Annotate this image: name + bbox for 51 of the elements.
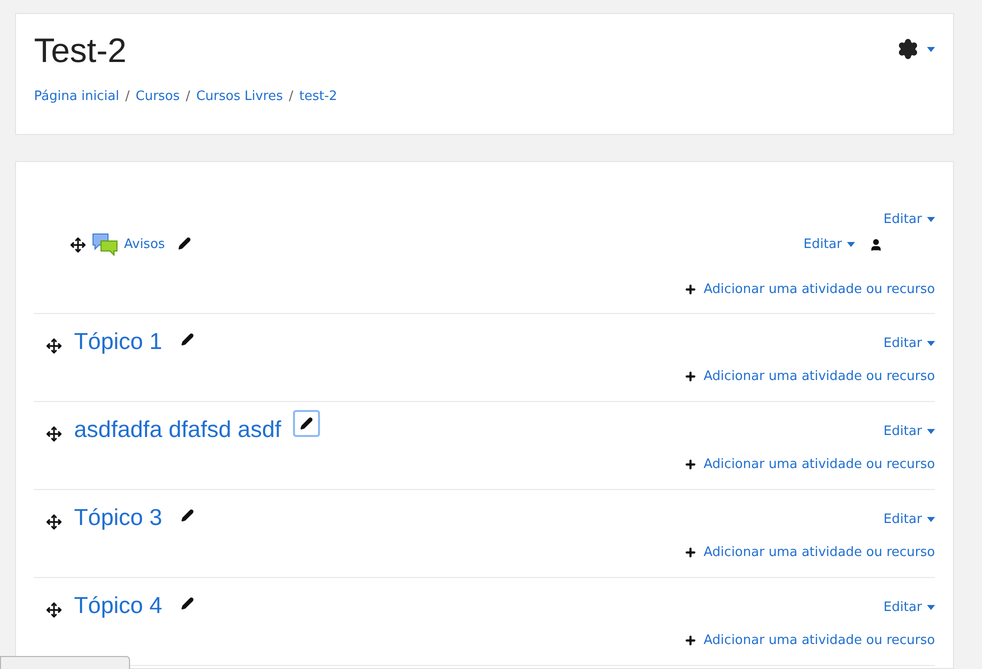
edit-menu-button[interactable]: Editar xyxy=(804,237,855,252)
page-title: Test-2 xyxy=(34,32,128,71)
move-icon[interactable] xyxy=(46,602,62,618)
breadcrumb-link[interactable]: Cursos xyxy=(136,89,180,104)
plus-icon xyxy=(684,634,697,647)
topic-title[interactable]: Tópico 4 xyxy=(74,592,162,619)
caret-icon xyxy=(847,242,855,247)
move-icon[interactable] xyxy=(70,236,86,252)
breadcrumb-separator: / xyxy=(186,89,190,104)
plus-icon xyxy=(684,546,697,559)
add-activity-link[interactable]: Adicionar uma atividade ou recurso xyxy=(684,633,935,648)
edit-title-button[interactable] xyxy=(293,410,320,437)
topic-title[interactable]: Tópico 3 xyxy=(74,504,162,531)
caret-icon xyxy=(927,429,935,434)
add-activity-link[interactable]: Adicionar uma atividade ou recurso xyxy=(684,457,935,472)
pencil-icon xyxy=(178,237,191,250)
breadcrumb-separator: / xyxy=(125,89,130,104)
activity-link[interactable]: Avisos xyxy=(124,237,165,252)
caret-icon xyxy=(927,217,935,222)
topic-title[interactable]: Tópico 1 xyxy=(74,328,162,355)
move-icon[interactable] xyxy=(46,338,62,354)
caret-icon xyxy=(927,341,935,346)
plus-icon xyxy=(684,458,697,471)
caret-icon xyxy=(927,605,935,610)
edit-menu-button[interactable]: Editar xyxy=(884,424,935,439)
breadcrumb-separator: / xyxy=(288,89,294,104)
move-icon[interactable] xyxy=(46,426,62,442)
breadcrumb-link[interactable]: test-2 xyxy=(299,89,338,104)
move-icon[interactable] xyxy=(46,514,62,530)
add-activity-link[interactable]: Adicionar uma atividade ou recurso xyxy=(684,282,935,297)
add-activity-link[interactable]: Adicionar uma atividade ou recurso xyxy=(684,545,935,560)
edit-menu-button[interactable]: Editar xyxy=(884,212,935,227)
user-icon xyxy=(869,238,883,252)
add-activity-link[interactable]: Adicionar uma atividade ou recurso xyxy=(684,369,935,384)
edit-menu-button[interactable]: Editar xyxy=(884,600,935,615)
settings-menu-button[interactable] xyxy=(897,38,935,60)
pencil-icon xyxy=(181,597,194,610)
pencil-icon xyxy=(300,417,314,430)
plus-icon xyxy=(684,283,697,296)
caret-icon xyxy=(927,46,935,52)
edit-menu-button[interactable]: Editar xyxy=(884,512,935,527)
topic-title[interactable]: asdfadfa dfafsd asdf xyxy=(74,416,282,443)
plus-icon xyxy=(684,370,697,383)
breadcrumb-link[interactable]: Cursos Livres xyxy=(196,89,283,104)
pencil-icon xyxy=(181,333,194,346)
chat-bubbles-icon xyxy=(92,232,118,256)
settings-icon xyxy=(897,38,919,60)
pencil-icon xyxy=(181,509,194,522)
edit-menu-button[interactable]: Editar xyxy=(884,336,935,351)
caret-icon xyxy=(927,517,935,522)
breadcrumb-link[interactable]: Página inicial xyxy=(34,89,120,104)
